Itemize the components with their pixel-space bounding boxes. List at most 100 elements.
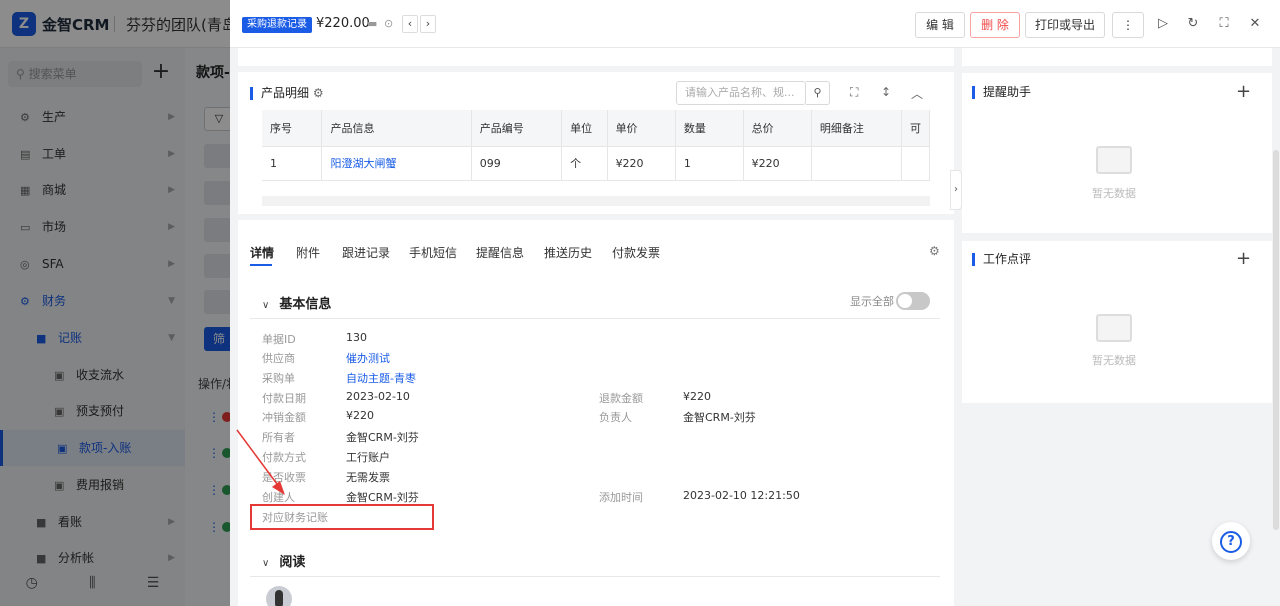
invoice-received-value: 无需发票	[346, 471, 390, 484]
field-label: 单据ID	[262, 333, 296, 346]
table-row[interactable]: 1 阳澄湖大闸蟹 099 个 ¥220 1 ¥220	[262, 146, 931, 181]
column-header[interactable]: 单价	[607, 110, 676, 147]
side-panel-toggle-icon[interactable]: ›	[950, 170, 962, 210]
column-header[interactable]: 产品信息	[321, 110, 472, 147]
field-label: 创建人	[262, 491, 295, 504]
refresh-icon[interactable]: ↻	[1185, 16, 1201, 31]
tab-details[interactable]: 详情	[250, 244, 274, 261]
owner-person-value: 金智CRM-刘芬	[683, 411, 756, 424]
read-section-header[interactable]: ∨ 阅读	[262, 551, 305, 570]
next-record-button[interactable]: ›	[420, 15, 436, 33]
empty-inbox-icon	[1096, 314, 1132, 342]
table-horizontal-scrollbar[interactable]	[262, 196, 930, 206]
product-section-label: 产品明细	[261, 86, 310, 100]
table-cell: 1	[675, 146, 744, 181]
tab-settings-gear-icon[interactable]: ⚙	[929, 244, 940, 258]
field-label: 是否收票	[262, 471, 306, 484]
table-cell: 099	[471, 146, 563, 181]
tab-payment-invoice[interactable]: 付款发票	[612, 244, 660, 261]
add-reminder-button[interactable]: +	[1236, 81, 1251, 102]
read-section-title: 阅读	[279, 555, 306, 570]
basic-info-header[interactable]: ∨ 基本信息	[262, 293, 331, 312]
offset-amount-value: ¥220	[346, 409, 374, 422]
field-label: 退款金额	[599, 392, 643, 405]
supplier-link[interactable]: 催办测试	[346, 350, 390, 366]
tab-reminders[interactable]: 提醒信息	[476, 244, 524, 261]
product-search-input[interactable]: 请输入产品名称、规...	[676, 81, 806, 105]
column-header[interactable]: 总价	[743, 110, 812, 147]
edit-button[interactable]: 编 辑	[915, 12, 965, 38]
purchase-order-link[interactable]: 自动主题-青枣	[346, 370, 416, 386]
field-label: 所有者	[262, 431, 295, 444]
doc-amount: ¥220.00	[316, 16, 370, 31]
help-button[interactable]: ?	[1212, 522, 1250, 560]
section-divider	[250, 318, 940, 319]
field-label: 付款日期	[262, 392, 306, 405]
refund-amount-value: ¥220	[683, 390, 711, 403]
basic-info-title: 基本信息	[279, 297, 332, 312]
column-header[interactable]: 明细备注	[811, 110, 902, 147]
table-cell	[901, 146, 931, 181]
owner-value: 金智CRM-刘芬	[346, 431, 419, 444]
play-icon[interactable]: ▷	[1155, 16, 1171, 31]
pay-date-value: 2023-02-10	[346, 390, 410, 403]
annotation-highlight-box	[250, 504, 434, 530]
field-label: 采购单	[262, 372, 295, 385]
column-header[interactable]: 产品编号	[471, 110, 563, 147]
search-icon[interactable]: ⚲	[806, 81, 830, 105]
tab-attachments[interactable]: 附件	[296, 244, 320, 261]
column-header[interactable]: 单位	[561, 110, 608, 147]
detail-drawer: 采购退款记录 ¥220.00 ▬ ⊙ ‹ › 编 辑 删 除 打印或导出 ⋮ ▷…	[230, 0, 1280, 606]
gear-icon[interactable]: ⚙	[313, 86, 324, 100]
review-empty-text: 暂无数据	[1092, 354, 1136, 367]
creator-value: 金智CRM-刘芬	[346, 491, 419, 504]
sort-height-icon[interactable]: ↕	[881, 85, 891, 99]
summary-card	[238, 48, 954, 66]
link-icon[interactable]: ⊙	[384, 17, 393, 30]
delete-button[interactable]: 删 除	[970, 12, 1020, 38]
collapse-up-icon[interactable]: ︿	[911, 85, 923, 102]
avatar[interactable]	[266, 586, 292, 606]
prev-record-button[interactable]: ‹	[402, 15, 418, 33]
table-cell	[811, 146, 902, 181]
drawer-scrollbar[interactable]	[1273, 150, 1279, 530]
review-title: 工作点评	[972, 253, 1031, 266]
table-cell: ¥220	[743, 146, 812, 181]
more-actions-button[interactable]: ⋮	[1112, 12, 1144, 38]
reminder-title: 提醒助手	[972, 86, 1031, 99]
tab-sms[interactable]: 手机短信	[409, 244, 457, 261]
show-all-label: 显示全部	[850, 295, 894, 308]
table-header-row: 序号 产品信息 产品编号 单位 单价 数量 总价 明细备注 可	[262, 110, 931, 147]
tab-push-history[interactable]: 推送历史	[544, 244, 592, 261]
doc-id-value: 130	[346, 331, 367, 344]
field-label: 负责人	[599, 411, 632, 424]
question-icon: ?	[1220, 530, 1242, 553]
pay-method-value: 工行账户	[346, 451, 390, 464]
product-section-title: 产品明细 ⚙	[250, 87, 324, 100]
chevron-down-icon: ∨	[262, 300, 270, 311]
chevron-down-icon: ∨	[262, 558, 270, 569]
active-tab-indicator	[250, 264, 272, 266]
product-link[interactable]: 阳澄湖大闸蟹	[321, 146, 472, 181]
column-header[interactable]: 数量	[675, 110, 744, 147]
field-label: 付款方式	[262, 451, 306, 464]
add-review-button[interactable]: +	[1236, 248, 1251, 269]
column-header[interactable]: 序号	[262, 110, 323, 147]
close-icon[interactable]: ✕	[1247, 16, 1263, 31]
drawer-header: 采购退款记录 ¥220.00 ▬ ⊙ ‹ › 编 辑 删 除 打印或导出 ⋮ ▷…	[230, 0, 1280, 48]
table-cell: 1	[262, 146, 323, 181]
archive-icon[interactable]: ▬	[367, 17, 377, 30]
doc-type-badge: 采购退款记录	[242, 17, 312, 33]
fullscreen-icon[interactable]: ⛶	[1216, 16, 1232, 31]
table-cell: ¥220	[607, 146, 676, 181]
section-divider	[250, 576, 940, 577]
field-label: 添加时间	[599, 491, 643, 504]
field-label: 供应商	[262, 352, 295, 365]
tab-followups[interactable]: 跟进记录	[342, 244, 390, 261]
field-label: 冲销金额	[262, 411, 306, 424]
print-export-button[interactable]: 打印或导出	[1025, 12, 1105, 38]
show-all-toggle[interactable]	[896, 292, 930, 310]
expand-table-icon[interactable]: ⛶	[850, 85, 858, 100]
column-header[interactable]: 可	[901, 110, 931, 147]
table-cell: 个	[561, 146, 608, 181]
